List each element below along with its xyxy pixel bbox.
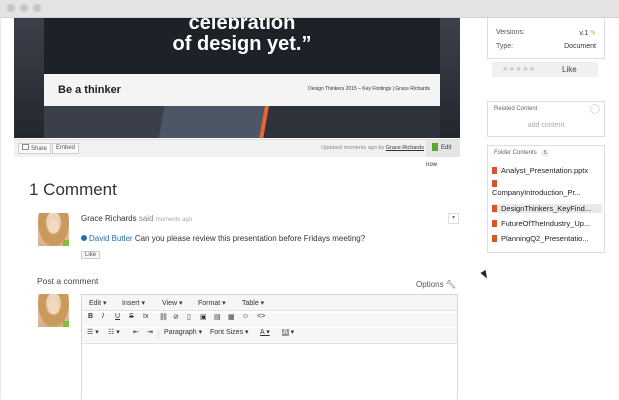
bullet-list-icon[interactable]: ☰ ▾ [87,328,99,336]
like-button[interactable]: Like [562,65,577,74]
folder-file-item-selected[interactable]: DesignThinkers_KeyFind... [492,204,602,213]
document-edit-icon [432,143,438,152]
comment-editor: Edit ▾ Insert ▾ View ▾ Format ▾ Table ▾ … [81,294,458,400]
left-border [0,17,1,399]
current-user-avatar [38,294,69,327]
folder-contents-title: Folder Contents 5 [494,150,550,156]
online-status-icon [63,321,69,327]
ppt-file-icon [492,220,497,227]
post-comment-heading: Post a comment [37,276,99,286]
maximize-window-icon[interactable] [33,4,41,12]
comment-input-area[interactable] [82,343,457,400]
comment-body: David Butler Can you please review this … [81,234,365,243]
menu-view[interactable]: View ▾ [162,299,183,307]
window-titlebar [0,0,619,18]
info-icon[interactable] [590,104,600,114]
editor-menubar: Edit ▾ Insert ▾ View ▾ Format ▾ Table ▾ [82,295,457,311]
online-status-icon [63,240,69,246]
chevron-down-icon: ▾ [451,215,455,221]
link-icon[interactable]: ⛓ [159,313,168,321]
folder-file-item[interactable]: FutureOfTheIndustry_Up... [492,219,602,228]
embed-button[interactable]: Embed [52,143,80,154]
emoticon-icon[interactable]: ☺ [242,313,249,320]
menu-edit[interactable]: Edit ▾ [89,299,107,307]
comment-like-button[interactable]: Like [81,251,101,259]
mention-icon [81,235,87,241]
options-button[interactable]: Options 🔧︎ [416,280,456,289]
updated-by-link[interactable]: Grace Richards [386,145,424,151]
mouse-cursor-icon [480,270,490,280]
related-content-title: Related Content [494,106,538,112]
strikethrough-icon[interactable]: S [129,313,134,320]
unlink-icon[interactable]: ⊘ [173,313,179,321]
code-icon[interactable]: <> [257,313,265,320]
wrench-icon: 🔧︎ [445,280,456,289]
menu-table[interactable]: Table ▾ [242,299,264,307]
highlight-color-icon[interactable]: A ▾ [282,328,294,336]
avatar-face [48,219,59,233]
comment-author-link[interactable]: Grace Richards [81,214,137,223]
minimize-window-icon[interactable] [20,4,28,12]
numbered-list-icon[interactable]: ☷ ▾ [108,328,120,336]
updated-status: Updated moments ago by Grace Richards [321,145,424,151]
menu-format[interactable]: Format ▾ [198,299,226,307]
slide-subtitle: Be a thinker [58,84,121,96]
edit-now-button[interactable]: Edit now [426,140,460,168]
ppt-file-icon [492,235,497,242]
star-rating[interactable]: ★★★★★ [502,65,536,73]
font-sizes-select[interactable]: Font Sizes ▾ [210,328,249,336]
underline-icon[interactable]: U [115,313,120,320]
share-icon [22,144,29,150]
image-icon[interactable]: ▣ [200,313,207,321]
indent-icon[interactable]: ⇥ [147,328,153,336]
presentation-preview[interactable]: celebration of design yet.” Be a thinker… [14,18,460,138]
mention-link[interactable]: David Butler [81,234,133,243]
ppt-file-icon [492,167,497,174]
avatar-face [48,300,59,314]
toolbar-divider [158,330,159,339]
bold-icon[interactable]: B [88,313,93,320]
preview-footer: Share Embed Updated moments ago by Grace… [14,139,460,168]
next-slide-strip [44,106,440,138]
bookmark-icon[interactable]: ▯ [187,313,191,321]
folder-contents-panel: Folder Contents 5 Analyst_Presentation.pp… [487,145,605,253]
related-content-panel: Related Content add content [487,101,605,137]
folder-file-item[interactable]: Analyst_Presentation.pptx [492,166,602,175]
attachment-icon[interactable]: ▤ [214,313,221,321]
folder-file-item[interactable]: CompanyIntroduction_Pr... [492,180,602,197]
editor-toolbar-row-1: B I U S Ix ⛓ ⊘ ▯ ▣ ▤ ▦ ☺ <> [82,313,457,327]
close-window-icon[interactable] [7,4,15,12]
media-icon[interactable]: ▦ [228,313,235,321]
comment-header: Grace Richards said moments ago [81,214,193,223]
ppt-file-icon [492,180,497,187]
folder-count-badge: 5 [540,150,550,156]
folder-file-item[interactable]: PlanningQ2_Presentatio... [492,234,602,243]
slide-meta: Design Thinkers 2015 – Key Findings | Gr… [308,86,430,92]
pencil-icon[interactable]: ✎ [590,30,596,37]
paragraph-select[interactable]: Paragraph ▾ [164,328,202,336]
versions-value[interactable]: v.1 ✎ [579,29,596,37]
comment-menu-button[interactable]: ▾ [448,213,459,224]
italic-icon[interactable]: I [102,313,104,320]
menu-insert[interactable]: Insert ▾ [122,299,145,307]
outdent-icon[interactable]: ⇤ [133,328,139,336]
clear-format-icon[interactable]: Ix [143,313,148,320]
ppt-file-icon [492,205,497,212]
type-row: Type: Document [496,43,596,50]
text-color-icon[interactable]: A ▾ [260,328,270,336]
comment-timestamp: moments ago [155,217,193,223]
document-properties: Versions: v.1 ✎ Type: Document [487,18,605,59]
add-content-link[interactable]: add content [488,122,604,129]
editor-toolbar-row-2: ☰ ▾ ☷ ▾ ⇤ ⇥ Paragraph ▾ Font Sizes ▾ A ▾… [82,328,457,342]
share-button[interactable]: Share [18,143,52,154]
type-value: Document [564,43,596,50]
comments-heading: 1 Comment [29,180,117,199]
avatar[interactable] [38,213,69,246]
versions-row: Versions: v.1 ✎ [496,29,596,37]
slide-title-bar: Be a thinker Design Thinkers 2015 – Key … [44,74,440,106]
slide-quote-line-2: of design yet.” [172,33,312,55]
rating-bar: ★★★★★ Like [492,62,598,77]
